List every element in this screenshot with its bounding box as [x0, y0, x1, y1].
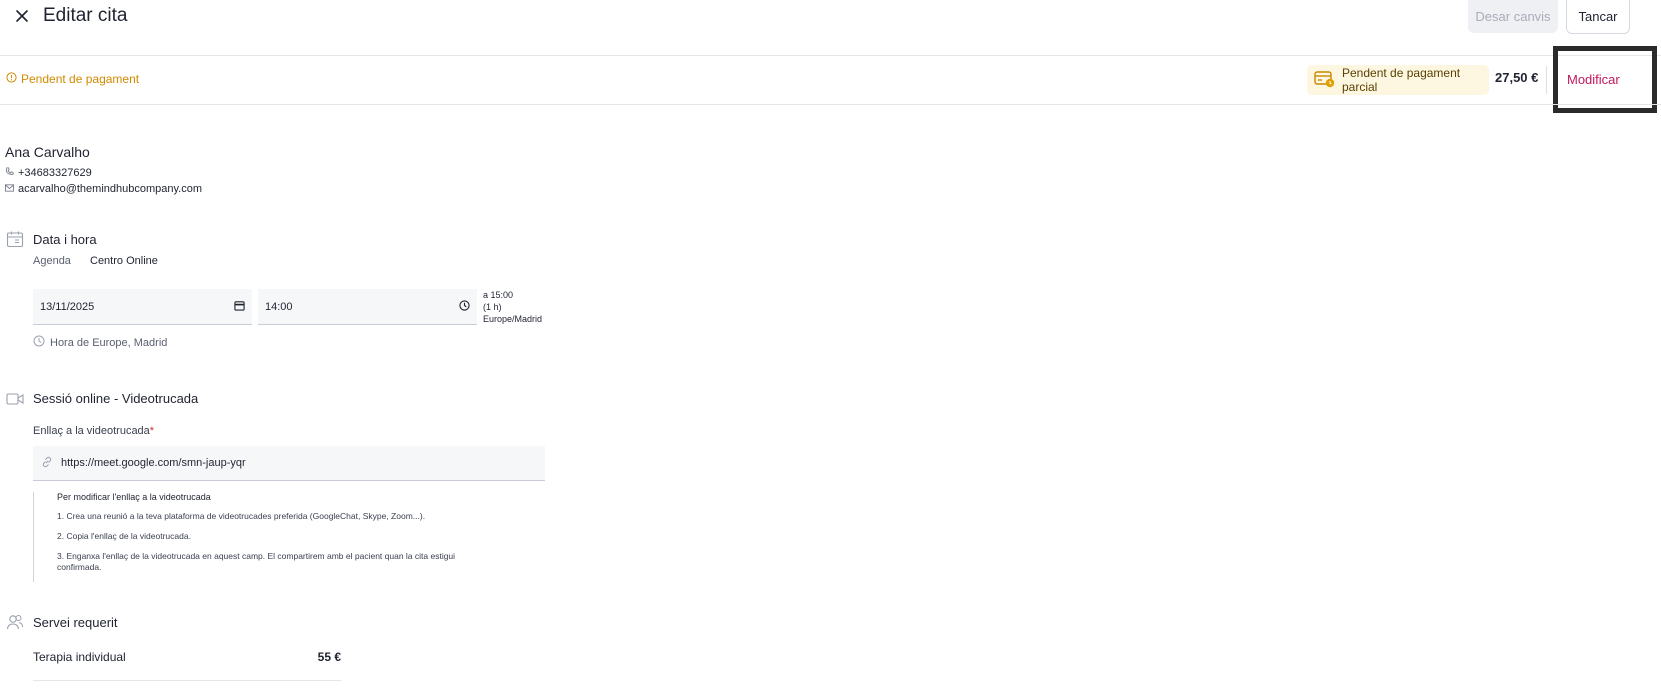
link-icon [41, 456, 53, 471]
service-section-title: Servei requerit [33, 615, 118, 630]
timezone-note-label: Hora de Europe, Madrid [50, 336, 168, 349]
calendar-picker-icon[interactable] [234, 300, 245, 314]
date-input[interactable]: 13/11/2025 [33, 289, 252, 325]
warning-circle-icon [6, 72, 17, 86]
modify-button[interactable]: Modificar [1553, 46, 1657, 113]
link-label: Enllaç a la videotrucada* [33, 425, 154, 437]
payment-status: Pendent de pagament [6, 72, 139, 86]
video-icon [6, 391, 24, 409]
page-title: Editar cita [43, 5, 128, 26]
clock-icon [33, 335, 45, 350]
agenda-label: Agenda [33, 255, 71, 267]
payment-status-label: Pendent de pagament [21, 72, 140, 86]
payment-card-icon [1314, 70, 1336, 91]
video-link-help: Per modificar l'enllaç a la videotrucada… [33, 492, 483, 582]
online-section-title: Sessió online - Videotrucada [33, 391, 199, 406]
time-value: 14:00 [265, 300, 293, 313]
required-mark: * [149, 425, 155, 437]
mail-icon [5, 183, 14, 195]
patient-phone: +34683327629 [5, 167, 92, 179]
patient-name: Ana Carvalho [5, 144, 90, 160]
phone-icon [5, 167, 14, 179]
pending-amount: 27,50 € [1495, 70, 1539, 85]
phone-value: +34683327629 [18, 167, 92, 179]
end-time-info: a 15:00 (1 h) Europe/Madrid [483, 289, 542, 325]
help-step: 2. Copia l'enllaç de la videotrucada. [57, 531, 191, 541]
service-divider [33, 680, 341, 681]
partial-payment-label: Pendent de pagament parcial [1342, 66, 1461, 94]
datetime-section-title: Data i hora [33, 232, 97, 247]
status-divider [0, 104, 1661, 105]
users-icon [6, 613, 24, 631]
calendar-icon [6, 230, 24, 248]
help-step: 1. Crea una reunió a la teva plataforma … [57, 511, 426, 521]
help-title: Per modificar l'enllaç a la videotrucada [57, 492, 211, 502]
link-label-text: Enllaç a la videotrucada [33, 425, 150, 437]
close-button[interactable]: Tancar [1566, 0, 1630, 34]
timezone: Europe/Madrid [483, 314, 543, 324]
patient-email: acarvalho@themindhubcompany.com [5, 183, 202, 195]
service-name: Terapia individual [33, 650, 126, 664]
service-price: 55 € [317, 650, 341, 664]
header-divider [0, 55, 1661, 56]
video-link-value: https://meet.google.com/smn-jaup-yqr [61, 457, 246, 469]
partial-payment-badge: Pendent de pagament parcial [1307, 65, 1489, 95]
clock-icon[interactable] [459, 299, 470, 314]
save-changes-button[interactable]: Desar canvis [1468, 0, 1558, 33]
email-value: acarvalho@themindhubcompany.com [18, 183, 203, 195]
date-value: 13/11/2025 [40, 300, 95, 313]
status-separator [1546, 66, 1547, 94]
service-row[interactable]: Terapia individual 55 € [33, 650, 341, 664]
help-step: 3. Enganxa l'enllaç de la videotrucada e… [57, 551, 456, 572]
time-input[interactable]: 14:00 [258, 289, 477, 325]
timezone-note: Hora de Europe, Madrid [33, 335, 167, 350]
video-link-input[interactable]: https://meet.google.com/smn-jaup-yqr [33, 446, 545, 481]
end-time: a 15:00 [483, 290, 514, 300]
close-icon[interactable] [12, 6, 32, 26]
agenda-value[interactable]: Centro Online [90, 255, 158, 267]
duration: (1 h) [483, 302, 502, 312]
